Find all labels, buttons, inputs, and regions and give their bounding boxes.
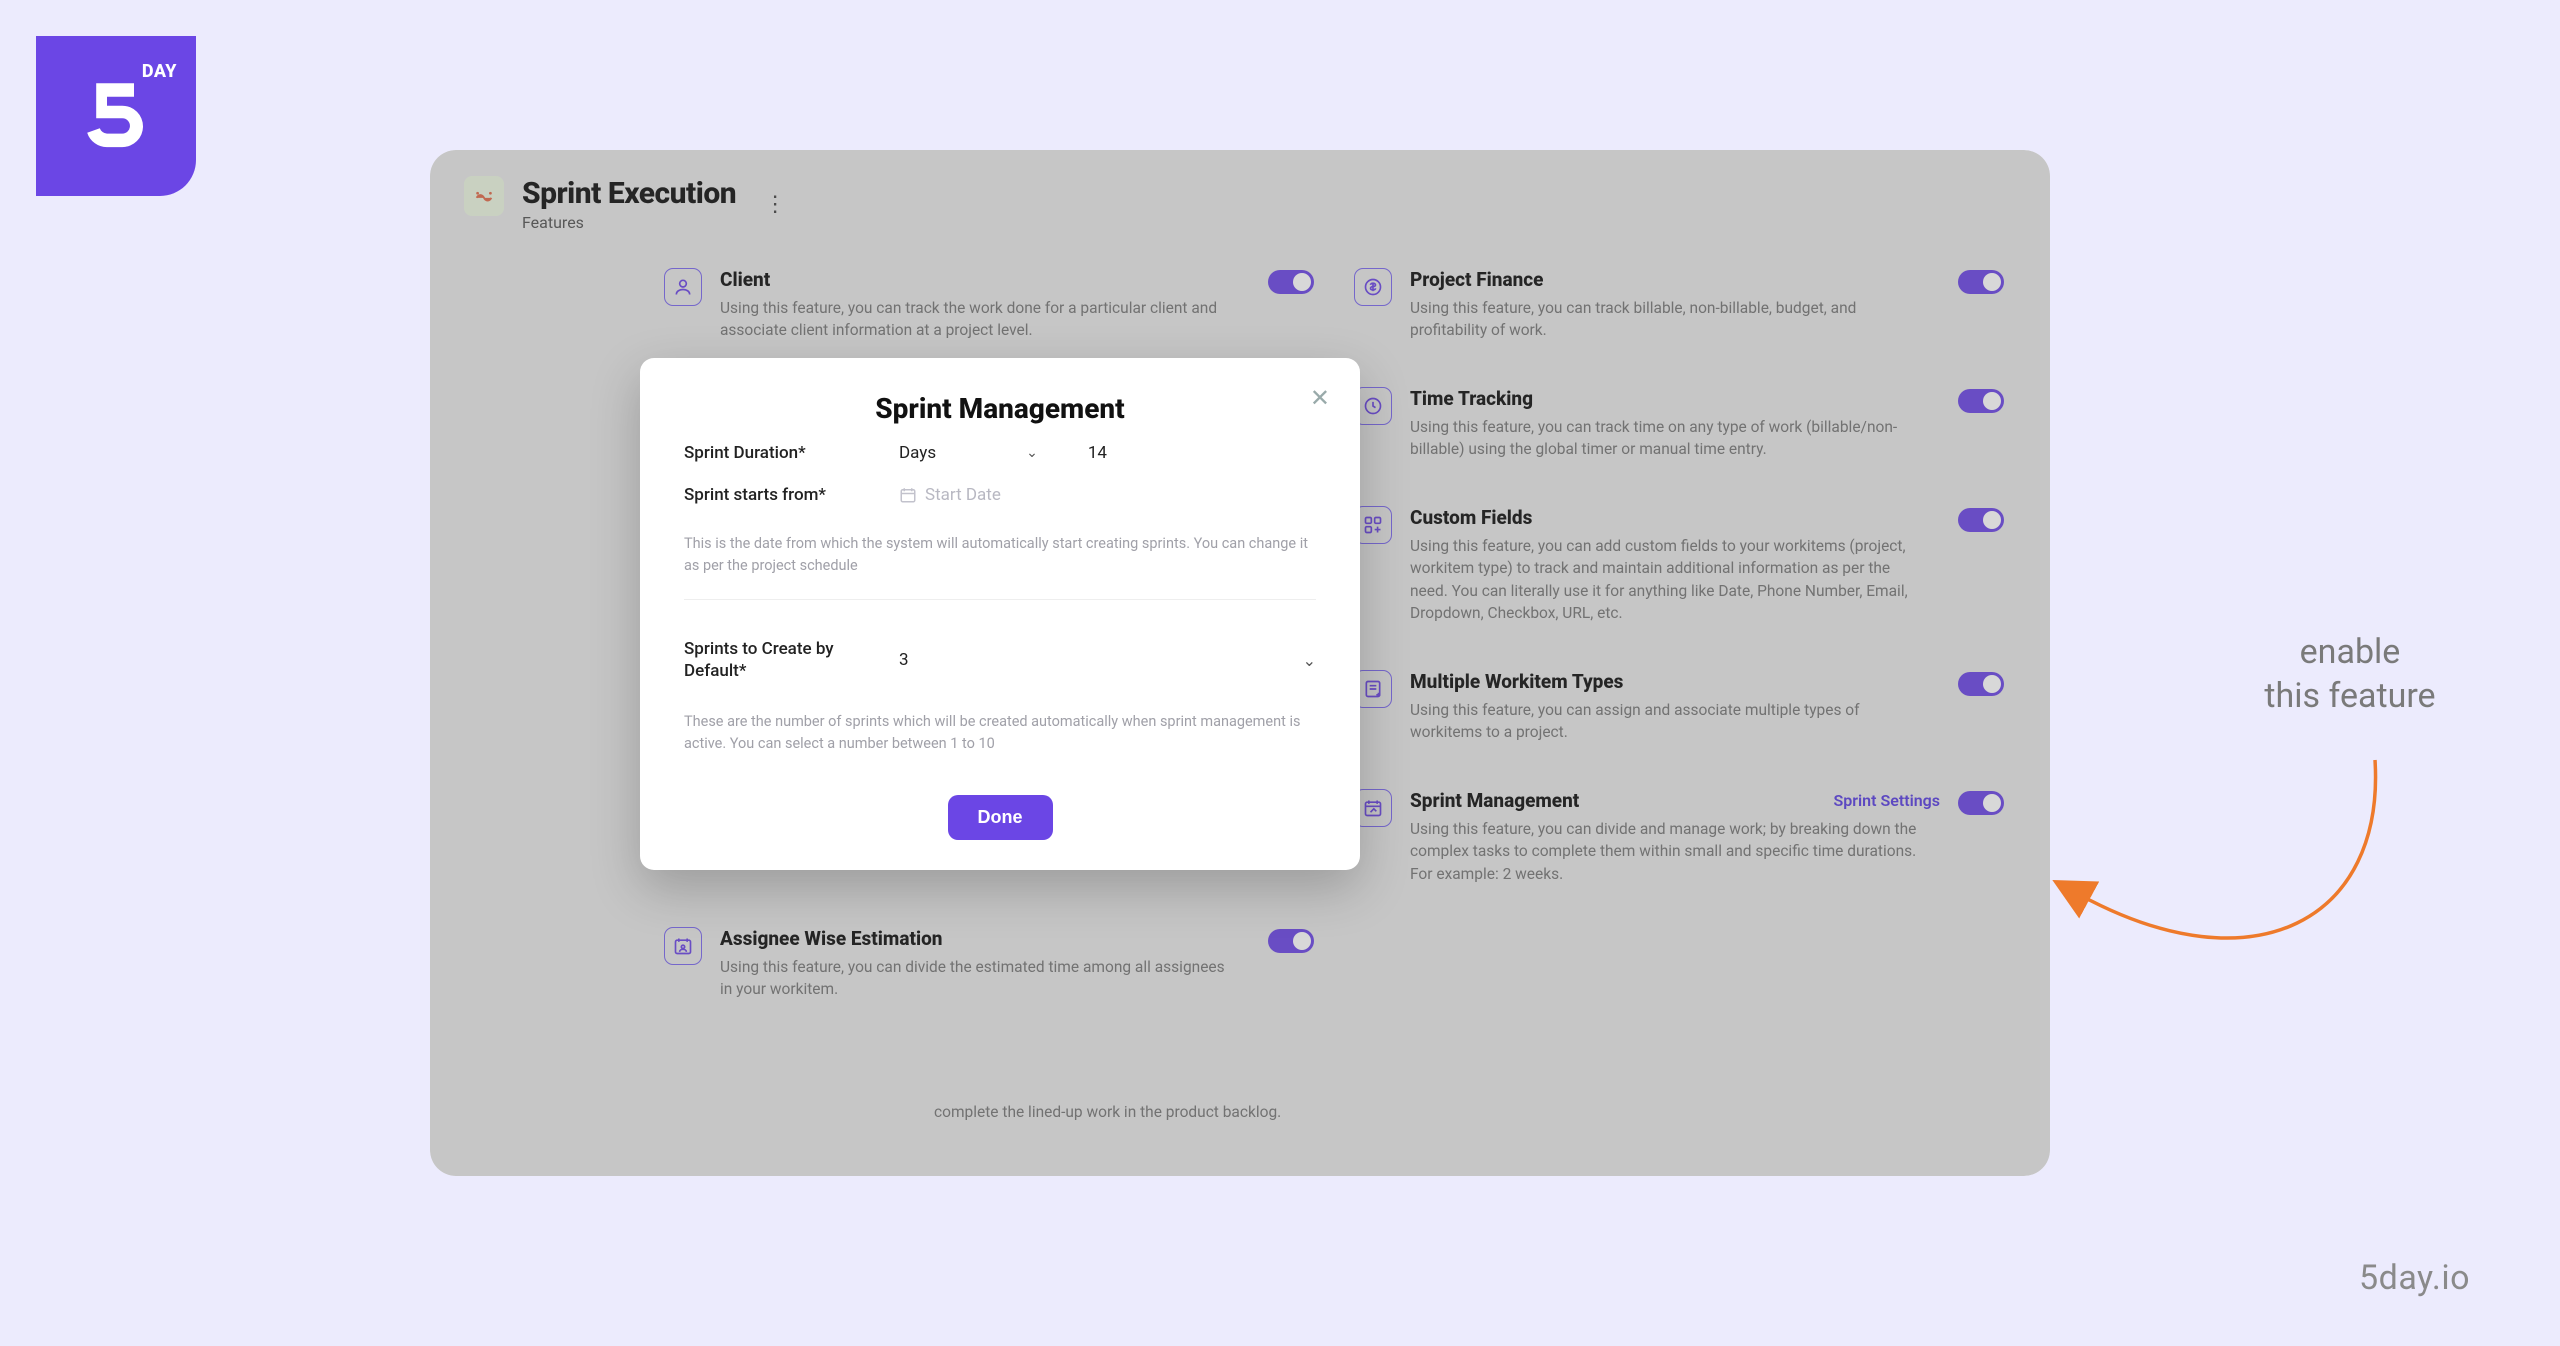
start-date-placeholder: Start Date bbox=[925, 485, 1001, 505]
project-icon bbox=[464, 176, 504, 216]
sprints-count-label: Sprints to Create by Default* bbox=[684, 638, 879, 684]
feature-title: Client bbox=[720, 268, 770, 291]
feature-client: Client Using this feature, you can track… bbox=[664, 246, 1314, 365]
site-credit: 5day.io bbox=[2359, 1258, 2470, 1298]
page-header: Sprint Execution Features ⋮ bbox=[464, 176, 2016, 232]
features-settings-panel: Sprint Execution Features ⋮ Client Using… bbox=[430, 150, 2050, 1176]
feature-title: Custom Fields bbox=[1410, 506, 1532, 529]
calendar-icon bbox=[899, 486, 917, 504]
feature-title: Time Tracking bbox=[1410, 387, 1533, 410]
duration-value-input[interactable]: 14 bbox=[1088, 443, 1107, 463]
toggle-time-tracking[interactable] bbox=[1958, 389, 2004, 413]
feature-title: Project Finance bbox=[1410, 268, 1544, 291]
done-button[interactable]: Done bbox=[948, 795, 1053, 840]
feature-custom-fields: Custom Fields Using this feature, you ca… bbox=[1354, 484, 2004, 648]
feature-desc: Using this feature, you can track time o… bbox=[1410, 416, 1930, 461]
toggle-client[interactable] bbox=[1268, 270, 1314, 294]
count-help-text: These are the number of sprints which wi… bbox=[684, 711, 1316, 767]
modal-title: Sprint Management bbox=[684, 392, 1316, 425]
toggle-assignee-estimation[interactable] bbox=[1268, 929, 1314, 953]
chevron-down-icon: ⌄ bbox=[1026, 445, 1038, 461]
sprint-start-label: Sprint starts from* bbox=[684, 485, 879, 505]
page-title: Sprint Execution bbox=[522, 176, 736, 211]
feature-desc: Using this feature, you can divide the e… bbox=[720, 956, 1240, 1001]
cutoff-text: complete the lined-up work in the produc… bbox=[934, 1103, 1454, 1121]
feature-sprint-management: Sprint Management Sprint Settings Using … bbox=[1354, 767, 2004, 908]
dollar-icon bbox=[1354, 268, 1392, 306]
duration-unit-value: Days bbox=[899, 443, 936, 463]
feature-multiple-workitem-types: Multiple Workitem Types Using this featu… bbox=[1354, 648, 2004, 767]
feature-desc: Using this feature, you can track billab… bbox=[1410, 297, 1930, 342]
toggle-custom-fields[interactable] bbox=[1958, 508, 2004, 532]
start-help-text: This is the date from which the system w… bbox=[684, 533, 1316, 589]
sprints-count-value[interactable]: 3 bbox=[899, 650, 909, 670]
page-subtitle: Features bbox=[522, 213, 736, 232]
logo-5-glyph: DAY bbox=[61, 57, 171, 167]
feature-desc: Using this feature, you can assign and a… bbox=[1410, 699, 1930, 744]
close-icon[interactable]: ✕ bbox=[1310, 384, 1330, 412]
toggle-sprint-management[interactable] bbox=[1958, 791, 2004, 815]
feature-project-finance: Project Finance Using this feature, you … bbox=[1354, 246, 2004, 365]
feature-desc: Using this feature, you can divide and m… bbox=[1410, 818, 1930, 885]
feature-time-tracking: Time Tracking Using this feature, you ca… bbox=[1354, 365, 2004, 484]
feature-desc: Using this feature, you can add custom f… bbox=[1410, 535, 1930, 625]
duration-unit-select[interactable]: Days ⌄ bbox=[899, 443, 1038, 463]
feature-assignee-estimation: Assignee Wise Estimation Using this feat… bbox=[664, 905, 1314, 1024]
feature-desc: Using this feature, you can track the wo… bbox=[720, 297, 1240, 342]
person-icon bbox=[664, 268, 702, 306]
brand-logo: DAY bbox=[36, 36, 196, 196]
toggle-project-finance[interactable] bbox=[1958, 270, 2004, 294]
annotation-text: enable this feature bbox=[2210, 630, 2490, 718]
feature-title: Assignee Wise Estimation bbox=[720, 927, 942, 950]
sprint-settings-link[interactable]: Sprint Settings bbox=[1833, 791, 1940, 810]
chevron-down-icon[interactable]: ⌄ bbox=[1303, 651, 1316, 670]
sprint-duration-label: Sprint Duration* bbox=[684, 443, 879, 463]
feature-title: Sprint Management bbox=[1410, 789, 1579, 812]
toggle-multiple-workitem-types[interactable] bbox=[1958, 672, 2004, 696]
start-date-input[interactable]: Start Date bbox=[899, 485, 1001, 505]
calendar-person-icon bbox=[664, 927, 702, 965]
sprint-management-modal: ✕ Sprint Management Sprint Duration* Day… bbox=[640, 358, 1360, 870]
kebab-menu-icon[interactable]: ⋮ bbox=[764, 192, 786, 217]
logo-day-text: DAY bbox=[142, 61, 177, 82]
annotation-arrow-icon bbox=[2055, 740, 2435, 1120]
feature-title: Multiple Workitem Types bbox=[1410, 670, 1623, 693]
